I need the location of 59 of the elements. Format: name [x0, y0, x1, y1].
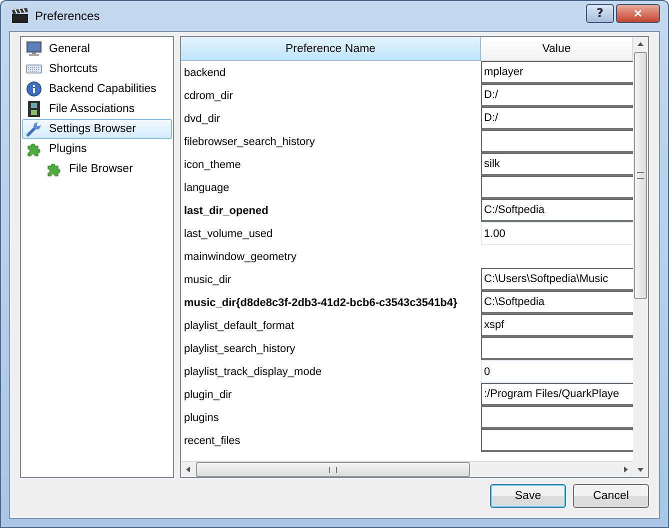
- scroll-left-icon[interactable]: [185, 466, 192, 473]
- preference-name-cell-text: music_dir: [183, 272, 232, 288]
- scroll-right-icon[interactable]: [622, 466, 629, 473]
- preference-name-cell-text: plugins: [183, 410, 220, 426]
- column-header[interactable]: Preference Name: [181, 37, 481, 61]
- preference-name-cell-text: plugin_dir: [183, 388, 233, 402]
- category-item[interactable]: Plugins: [22, 139, 172, 159]
- column-header[interactable]: Value: [481, 37, 633, 61]
- clapperboard-icon: [11, 8, 29, 24]
- preference-name-cell-text: last_dir_opened: [183, 204, 270, 218]
- wrench-icon: [26, 121, 42, 137]
- category-item[interactable]: Shortcuts: [22, 59, 172, 79]
- preference-name-cell-text: backend: [183, 66, 227, 80]
- value-field[interactable]: [481, 176, 633, 199]
- preference-name-cell-text: playlist_default_format: [183, 318, 296, 334]
- monitor-icon: [26, 41, 42, 57]
- value-field[interactable]: D:/: [481, 84, 633, 107]
- scroll-down-icon[interactable]: [637, 466, 644, 473]
- value-spinbox[interactable]: 1.00: [481, 222, 633, 245]
- preference-name-cell-text: playlist_search_history: [183, 342, 296, 356]
- preference-name-cell-text: filebrowser_search_history: [183, 134, 316, 150]
- preference-name-cell-text: playlist_track_display_mode: [183, 364, 323, 380]
- puzzle-piece-icon: [26, 141, 42, 157]
- preference-name-cell-text: cdrom_dir: [183, 88, 234, 104]
- value-field[interactable]: C:\Users\Softpedia\Music: [481, 268, 633, 291]
- save-button[interactable]: Save: [490, 484, 566, 508]
- window-title: Preferences: [35, 9, 100, 23]
- vertical-scrollbar[interactable]: [633, 37, 648, 477]
- value-field[interactable]: :/Program Files/QuarkPlaye: [481, 383, 633, 406]
- value-field[interactable]: D:/: [481, 107, 633, 130]
- info-icon: [26, 81, 42, 97]
- value-field[interactable]: [481, 337, 633, 360]
- category-item[interactable]: File Browser: [42, 159, 172, 179]
- preference-name-cell-text: dvd_dir: [183, 112, 222, 126]
- category-item[interactable]: Settings Browser: [22, 119, 172, 139]
- horizontal-scrollbar[interactable]: [181, 461, 633, 477]
- preference-name-cell-text: mainwindow_geometry: [183, 250, 298, 264]
- value-field[interactable]: [481, 406, 633, 429]
- category-item[interactable]: File Associations: [22, 99, 172, 119]
- preference-name-cell-text: language: [183, 180, 230, 196]
- category-item[interactable]: Backend Capabilities: [22, 79, 172, 99]
- value-field[interactable]: [481, 429, 633, 452]
- category-item[interactable]: General: [22, 39, 172, 59]
- preference-name-cell-text: music_dir{d8de8c3f-2db3-41d2-bcb6-c3543c3541b4}: [183, 296, 458, 310]
- cancel-button[interactable]: Cancel: [573, 484, 649, 508]
- film-strip-icon: [26, 101, 42, 117]
- help-button[interactable]: ?: [586, 4, 614, 22]
- preference-name-cell-text: last_volume_used: [183, 226, 274, 242]
- puzzle-piece-icon: [46, 161, 62, 177]
- value-field[interactable]: xspf: [481, 314, 633, 337]
- scroll-up-icon[interactable]: [637, 41, 644, 48]
- value-field[interactable]: C:\Softpedia: [481, 291, 633, 314]
- preference-name-cell-text: recent_files: [183, 434, 242, 448]
- value-field[interactable]: [481, 130, 633, 153]
- value-spinbox[interactable]: 0: [481, 360, 633, 383]
- value-field[interactable]: mplayer: [481, 61, 633, 84]
- preference-name-cell-text: icon_theme: [183, 158, 242, 172]
- value-field[interactable]: C:/Softpedia: [481, 199, 633, 222]
- value-field[interactable]: silk: [481, 153, 633, 176]
